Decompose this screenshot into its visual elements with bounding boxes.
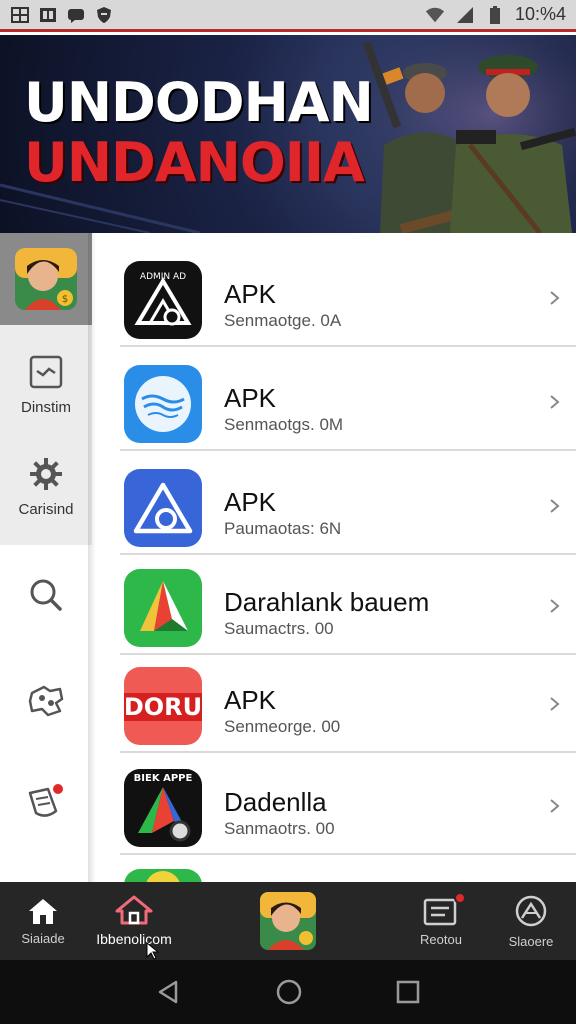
tag-icon [28,784,63,817]
doru-logo-text: DORU [124,693,202,721]
status-icons-left [10,6,114,24]
notification-badge [454,892,466,904]
app-subtitle: Senmeorge. 00 [224,717,341,736]
search-icon [30,579,62,611]
app-title: APK [224,279,277,309]
nav-label: Siaiade [21,930,65,946]
list-item[interactable]: APK Paumaotas: 6N [96,455,576,555]
back-icon[interactable] [156,979,182,1005]
chevron-right-icon [550,799,560,813]
image-frame-icon [29,355,63,389]
app-subtitle: Saumactrs. 00 [224,619,334,638]
signal-icon [455,6,475,24]
shield-icon [94,6,114,24]
divider [120,751,576,753]
rail-item-carisind[interactable]: Carisind [0,457,92,518]
battery-icon [485,5,505,24]
list-item[interactable]: ADMIN AD APK Senmaotge. 0A [96,247,576,347]
app-subtitle: Paumaotas: 6N [224,519,342,538]
app-title: APK [224,383,277,413]
system-nav-bar [0,960,576,1024]
green-circle-icon [124,869,202,883]
recents-icon[interactable] [396,980,420,1004]
nav-item-explore[interactable]: Slaoere [498,882,564,960]
blue-triangle-icon [124,469,202,547]
banner-title-line-2: UNDANOIIA [24,131,365,194]
notification-dot [53,784,63,794]
home-button-icon[interactable] [275,978,303,1006]
status-bar: 10:%4 [0,0,576,32]
status-time: 10:%4 [514,4,566,24]
chevron-right-icon [550,395,560,409]
home-outline-icon [115,895,153,925]
banner-title-line-1: UNDODHAN [24,71,374,134]
rail-item-tag[interactable] [0,781,92,821]
list-item[interactable] [96,855,576,883]
nav-label: Slaoere [508,933,554,949]
chat-icon [66,6,86,24]
list-item[interactable]: Darahlank bauem Saumactrs. 00 [96,555,576,655]
nav-label: Reotou [420,931,462,947]
rail-item-search[interactable] [0,577,92,613]
svg-text:$: $ [62,294,68,305]
gallery-icon [10,6,30,24]
app-subtitle: Senmaotgs. 0M [224,415,344,434]
divider [120,345,576,347]
app-title: Dadenlla [224,787,327,817]
home-icon [29,898,57,924]
compass-icon [515,895,547,926]
app-list: ADMIN AD APK Senmaotge. 0A APK Senmaotgs… [96,233,576,883]
rail-item-avatar[interactable]: $ [0,233,92,325]
rail-item-label: Carisind [18,501,74,518]
divider [120,449,576,451]
app-title: Darahlank bauem [224,587,430,617]
chevron-right-icon [550,499,560,513]
app-title: APK [224,487,277,517]
nav-label: Ibbenolicom [96,931,172,947]
colored-triangle-icon: BIEK APPE [124,769,202,847]
triangle-logo-icon: ADMIN AD [124,261,202,339]
wifi-icon [425,6,445,24]
cursor-icon [146,942,160,960]
left-rail: $ Dinstim Carisind [0,233,92,883]
app-subtitle: Sanmaotrs. 00 [224,819,335,838]
nav-item-list[interactable]: Reotou [408,882,474,960]
list-item[interactable]: BIEK APPE Dadenlla Sanmaotrs. 00 [96,755,576,855]
app-title: APK [224,685,277,715]
gear-icon [30,458,62,490]
rail-divider [88,233,96,883]
wave-logo-icon [124,365,202,443]
chevron-right-icon [550,599,560,613]
nav-item-home[interactable]: Siaiade [10,882,76,960]
doru-logo-icon: DORU [124,667,202,745]
nav-item-active[interactable]: Ibbenolicom [84,882,184,960]
green-arrow-icon [124,569,202,647]
bottom-nav: Siaiade Ibbenolicom Reotou Slaoere [0,882,576,960]
notification-icon [38,6,58,24]
list-item[interactable]: APK Senmaotgs. 0M [96,351,576,451]
rail-item-label: Dinstim [20,399,71,416]
chevron-right-icon [550,291,560,305]
rail-item-puzzle[interactable] [0,683,92,719]
status-icons-right: 10:%4 [425,4,566,25]
list-item[interactable]: DORU APK Senmeorge. 00 [96,653,576,753]
avatar-app-icon [260,892,316,950]
app-subtitle: Senmaotge. 0A [224,311,342,330]
rail-item-dinstim[interactable]: Dinstim [0,355,92,416]
nav-item-featured[interactable] [252,882,324,960]
chevron-right-icon [550,697,560,711]
puzzle-icon [28,685,64,717]
avatar-app-icon: $ [15,248,77,310]
promo-banner[interactable]: UNDODHAN UNDANOIIA [0,35,576,233]
